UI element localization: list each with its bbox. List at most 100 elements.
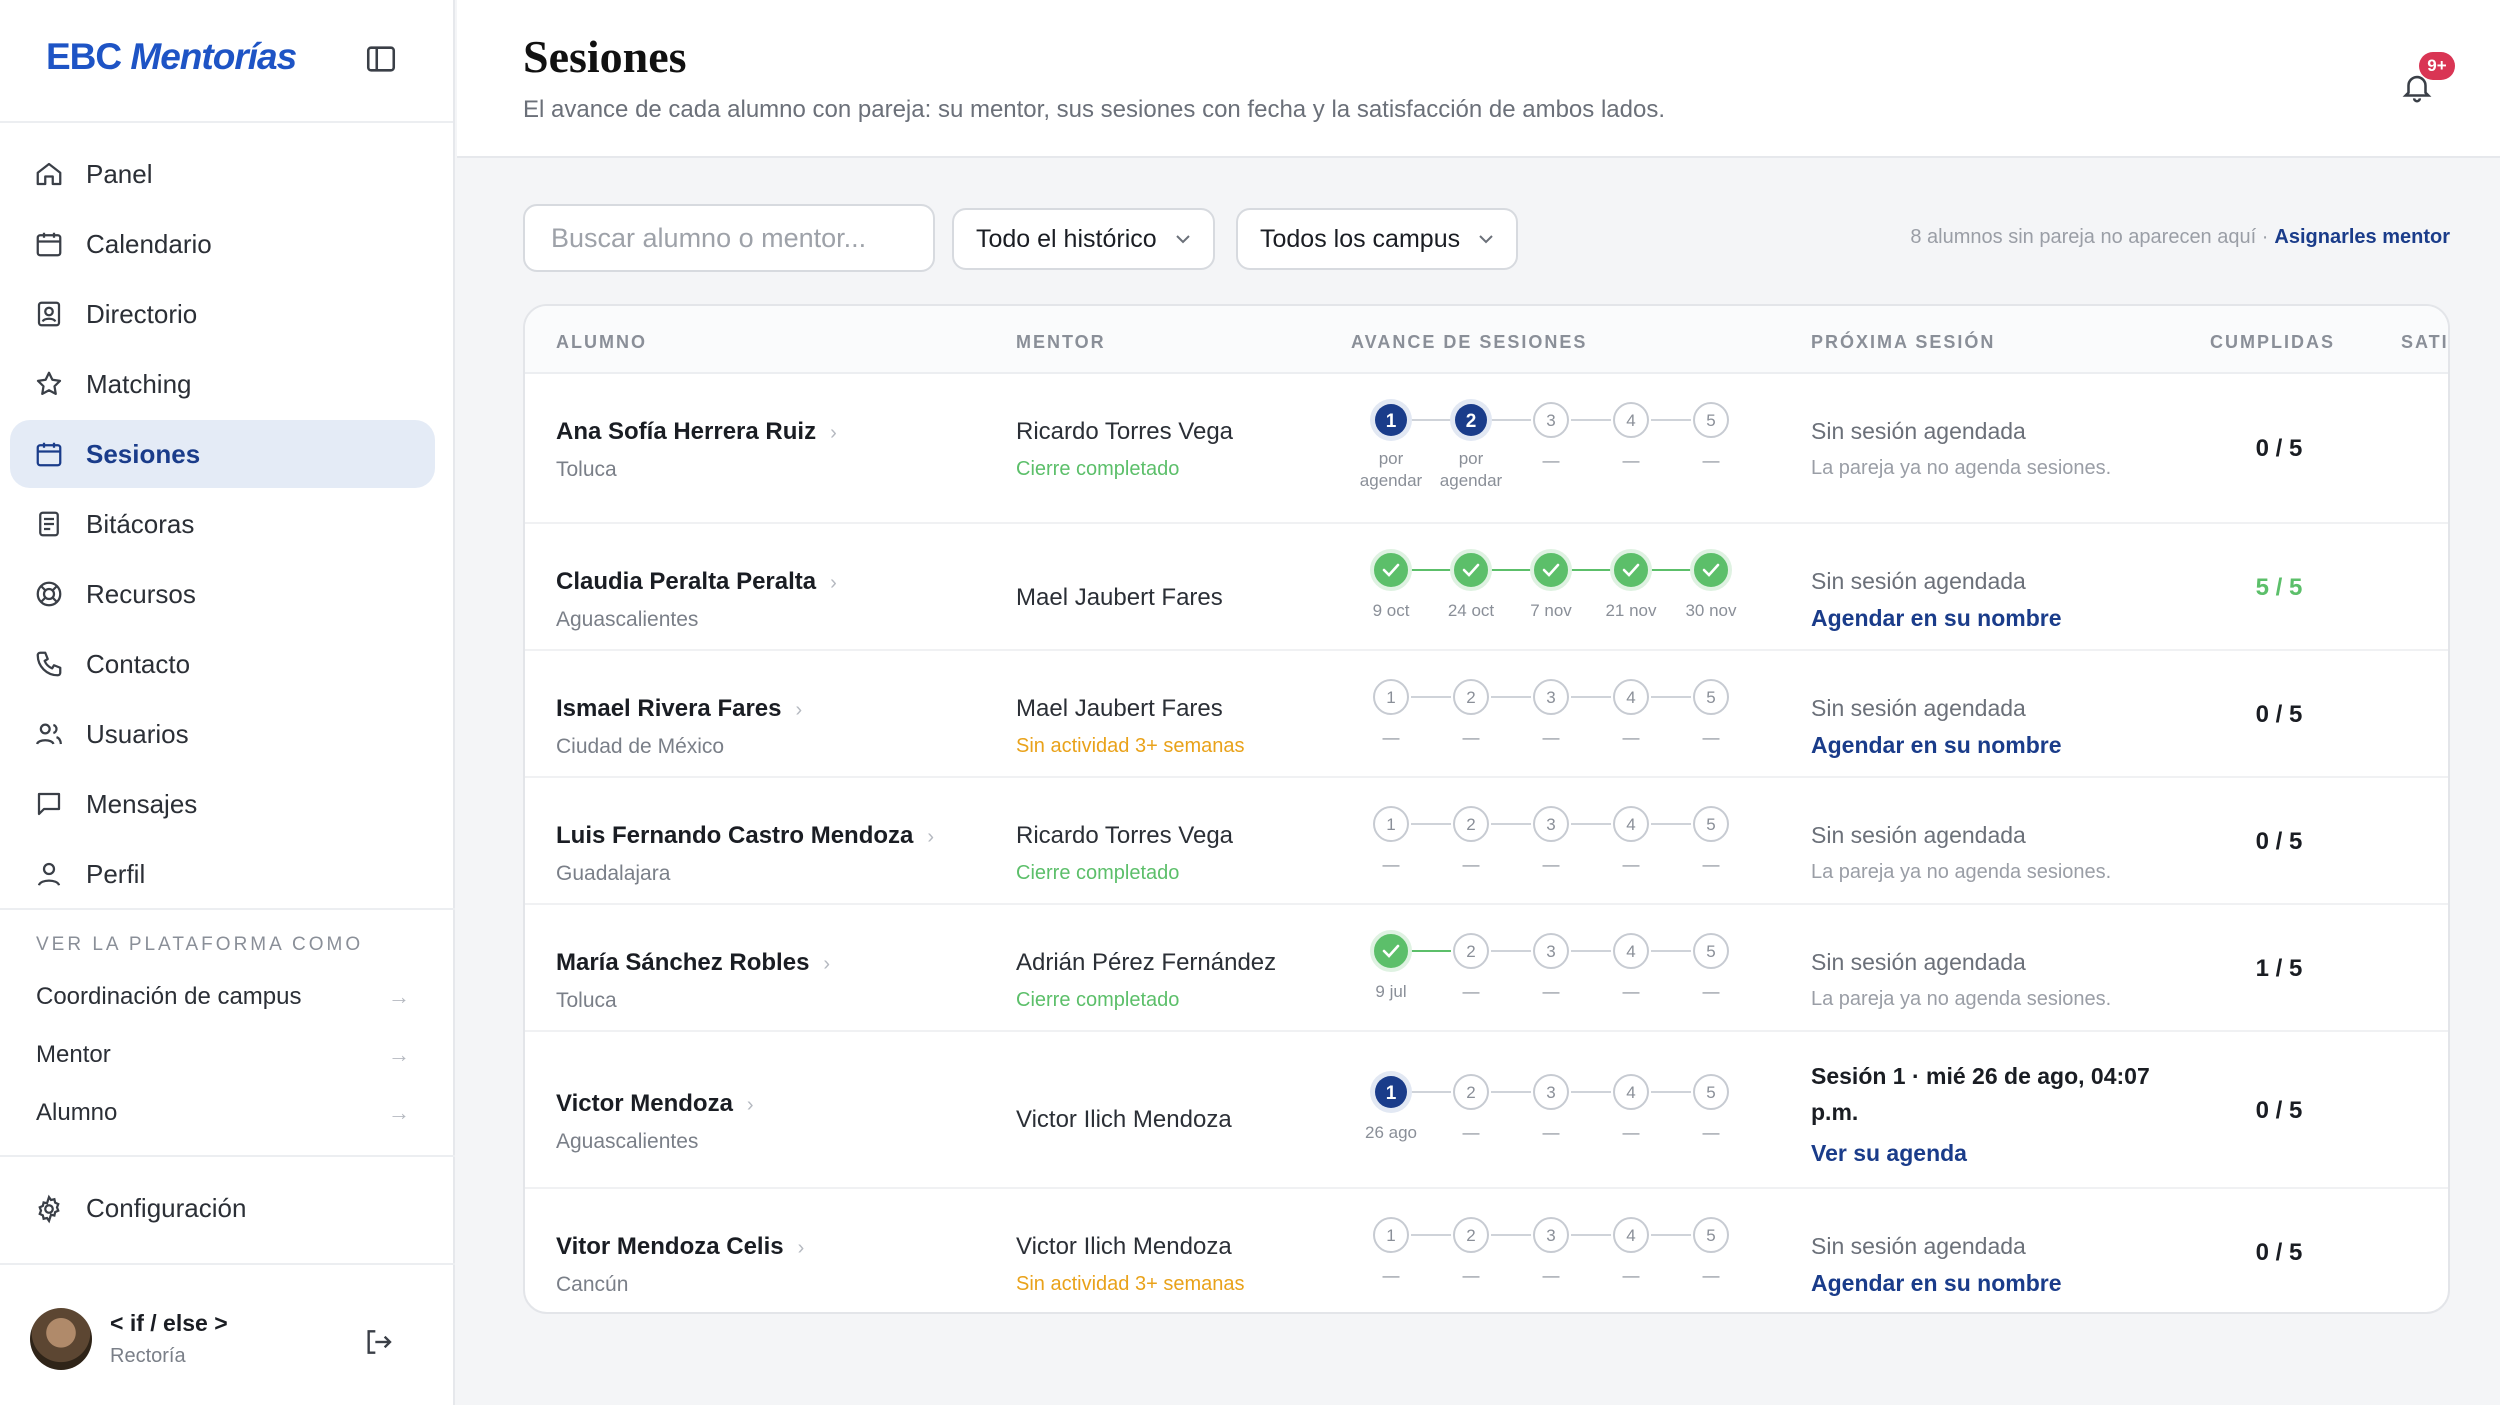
- session-step-empty: 2: [1453, 933, 1489, 969]
- svg-text:2: 2: [1466, 688, 1475, 707]
- student-cell: Ismael Rivera Fares › Ciudad de México: [556, 695, 802, 759]
- brand-logo[interactable]: EBC Mentorías: [46, 36, 297, 78]
- student-cell: María Sánchez Robles › Toluca: [556, 949, 830, 1013]
- config-link[interactable]: Configuración: [34, 1193, 246, 1224]
- arrow-right-icon: →: [388, 1100, 410, 1125]
- svg-text:3: 3: [1546, 815, 1555, 834]
- table-row[interactable]: Claudia Peralta Peralta › Aguascalientes Ma…: [525, 524, 2448, 651]
- sidebar: EBC Mentorías Panel Calendario Directorio M…: [0, 0, 455, 1405]
- sidebar-item-recursos[interactable]: Recursos: [10, 560, 435, 628]
- session-step-empty: 1: [1373, 679, 1409, 715]
- student-name-link[interactable]: Victor Mendoza ›: [556, 1090, 754, 1118]
- gear-icon: [38, 1194, 60, 1223]
- svg-text:1: 1: [1386, 1226, 1395, 1245]
- session-progress: 1 2 3 4 5: [1373, 806, 1729, 842]
- student-name-link[interactable]: Ismael Rivera Fares ›: [556, 695, 802, 723]
- chevron-right-icon: ›: [746, 1094, 754, 1116]
- mentor-name: Victor Ilich Mendoza: [1016, 1233, 1232, 1260]
- session-date-label: —: [1622, 451, 1640, 470]
- user-block[interactable]: < if / else > Rectoría: [30, 1308, 228, 1370]
- student-cell: Vitor Mendoza Celis › Cancún: [556, 1233, 804, 1297]
- next-session-title: Sin sesión agendada: [1811, 949, 2026, 975]
- sidebar-item-usuarios[interactable]: Usuarios: [10, 700, 435, 768]
- session-step-scheduled: 1: [1370, 399, 1412, 441]
- view-as-mentor[interactable]: Mentor →: [36, 1035, 410, 1075]
- svg-text:3: 3: [1546, 1226, 1555, 1245]
- svg-text:3: 3: [1546, 688, 1555, 707]
- table-row[interactable]: Victor Mendoza › Aguascalientes Victor Ilic…: [525, 1032, 2448, 1189]
- completed-count: 0 / 5: [2255, 1238, 2303, 1266]
- student-name-link[interactable]: Luis Fernando Castro Mendoza ›: [556, 822, 934, 850]
- message-icon: [37, 792, 61, 816]
- mentor-name: Ricardo Torres Vega: [1016, 822, 1234, 849]
- session-date-label: —: [1702, 728, 1720, 747]
- sidebar-item-label: Panel: [86, 158, 153, 189]
- sidebar-item-perfil[interactable]: Perfil: [10, 840, 435, 908]
- table-row[interactable]: Vitor Mendoza Celis › Cancún Victor Ilich M…: [525, 1189, 2448, 1312]
- sidebar-item-sesiones[interactable]: Sesiones: [10, 420, 435, 488]
- sidebar-item-panel[interactable]: Panel: [10, 140, 435, 208]
- svg-text:2: 2: [1466, 1083, 1475, 1102]
- sidebar-item-mensajes[interactable]: Mensajes: [10, 770, 435, 838]
- svg-text:3: 3: [1546, 411, 1555, 430]
- completed-count: 0 / 5: [2255, 1096, 2303, 1124]
- table-row[interactable]: María Sánchez Robles › Toluca Adrián Pérez …: [525, 905, 2448, 1032]
- session-step-done: [1450, 549, 1492, 591]
- next-session-note: La pareja ya no agenda sesiones.: [1811, 457, 2112, 479]
- table-row[interactable]: Ana Sofía Herrera Ruiz › Toluca Ricardo Tor…: [525, 374, 2448, 524]
- campus-select[interactable]: Todos los campus: [1236, 208, 1519, 270]
- col-header-next-session: PRÓXIMA SESIÓN: [1811, 332, 1996, 352]
- svg-text:2: 2: [1466, 1226, 1475, 1245]
- chevron-right-icon: ›: [830, 422, 837, 444]
- student-name-link[interactable]: María Sánchez Robles ›: [556, 949, 830, 977]
- svg-text:2: 2: [1466, 815, 1475, 834]
- session-date-label: —: [1462, 728, 1480, 747]
- svg-text:5: 5: [1706, 1083, 1715, 1102]
- table-row[interactable]: Luis Fernando Castro Mendoza › Guadalajara…: [525, 778, 2448, 905]
- session-step-empty: 2: [1453, 1217, 1489, 1253]
- config-label: Configuración: [86, 1193, 247, 1223]
- session-date-label: —: [1542, 982, 1560, 1001]
- next-session-action-link[interactable]: Agendar en su nombre: [1811, 1270, 2061, 1297]
- logout-icon[interactable]: [362, 1326, 394, 1358]
- view-as-campus-coordination[interactable]: Coordinación de campus →: [36, 977, 410, 1017]
- session-date-label: —: [1622, 1266, 1640, 1285]
- mentor-status: Cierre completado: [1016, 862, 1180, 884]
- next-session-action-link[interactable]: Agendar en su nombre: [1811, 732, 2061, 759]
- student-name-link[interactable]: Ana Sofía Herrera Ruiz ›: [556, 418, 837, 446]
- session-date-label: 9 jul: [1375, 982, 1407, 1001]
- next-session-action-link[interactable]: Agendar en su nombre: [1811, 605, 2061, 632]
- next-session-cell: Sin sesión agendada La pareja ya no agend…: [1811, 822, 2111, 884]
- session-date-label: —: [1542, 1123, 1560, 1142]
- sidebar-toggle-icon[interactable]: [364, 42, 398, 76]
- sidebar-item-contacto[interactable]: Contacto: [10, 630, 435, 698]
- sidebar-item-matching[interactable]: Matching: [10, 350, 435, 418]
- mentor-name: Victor Ilich Mendoza: [1016, 1106, 1232, 1133]
- period-select[interactable]: Todo el histórico: [952, 208, 1215, 270]
- sidebar-item-calendario[interactable]: Calendario: [10, 210, 435, 278]
- sidebar-item-bitacoras[interactable]: Bitácoras: [10, 490, 435, 558]
- divider: [0, 1263, 455, 1265]
- session-date-label: por agendar: [1359, 449, 1423, 490]
- student-cell: Victor Mendoza › Aguascalientes: [556, 1090, 754, 1154]
- completed-count: 1 / 5: [2255, 954, 2303, 982]
- student-name-link[interactable]: Vitor Mendoza Celis ›: [556, 1233, 804, 1261]
- svg-text:5: 5: [1706, 411, 1715, 430]
- assign-mentor-link[interactable]: Asignarles mentor: [2274, 226, 2450, 248]
- sidebar-item-directorio[interactable]: Directorio: [10, 280, 435, 348]
- session-date-label: 24 oct: [1447, 601, 1495, 620]
- session-date-label: 7 nov: [1530, 601, 1572, 620]
- search-input[interactable]: [523, 204, 935, 272]
- session-progress: 1 2 3 4 5: [1370, 399, 1729, 441]
- chevron-right-icon: ›: [927, 826, 935, 848]
- session-date-label: —: [1462, 982, 1480, 1001]
- session-step-empty: 3: [1533, 402, 1569, 438]
- star-icon: [36, 371, 62, 395]
- next-session-action-link[interactable]: Ver su agenda: [1811, 1140, 2171, 1167]
- student-name-link[interactable]: Claudia Peralta Peralta ›: [556, 568, 837, 596]
- view-as-student[interactable]: Alumno →: [36, 1093, 410, 1133]
- mentor-cell: Ricardo Torres Vega Cierre completado: [1016, 822, 1233, 885]
- brand-logo-ebc: EBC: [46, 36, 122, 77]
- session-date-label: 21 nov: [1605, 601, 1657, 620]
- table-row[interactable]: Ismael Rivera Fares › Ciudad de México Mael…: [525, 651, 2448, 778]
